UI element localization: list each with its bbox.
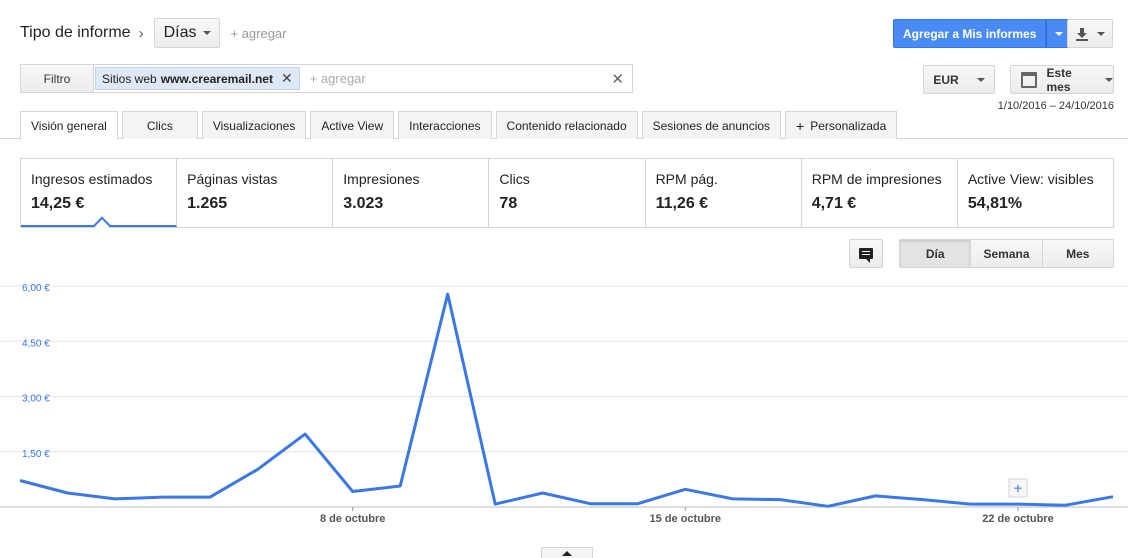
- metric-value: 14,25 €: [31, 195, 85, 212]
- filter-button[interactable]: Filtro: [21, 65, 94, 92]
- tab-personalizada-label: Personalizada: [810, 118, 887, 133]
- metrics-bar: Ingresos estimados 14,25 € Páginas vista…: [20, 158, 1114, 228]
- metric-clics[interactable]: Clics 78: [489, 159, 646, 227]
- x-tick-label: 22 de octubre: [982, 513, 1054, 525]
- tab-vision-general[interactable]: Visión general: [20, 111, 118, 140]
- metric-label: Active View: visibles: [967, 171, 1094, 187]
- metric-impresiones[interactable]: Impresiones 3.023: [333, 159, 490, 227]
- plus-icon: +: [1014, 480, 1022, 496]
- y-tick-label: 6,00 €: [22, 283, 50, 294]
- metric-value: 78: [499, 195, 518, 212]
- filter-add-input[interactable]: + agregar: [310, 71, 612, 86]
- tab-personalizada[interactable]: + Personalizada: [785, 111, 898, 139]
- date-range: 1/10/2016 – 24/10/2016: [997, 100, 1114, 112]
- tab-sesiones-de-anuncios[interactable]: Sesiones de anuncios: [641, 111, 782, 139]
- tab-active-view[interactable]: Active View: [310, 111, 395, 139]
- close-icon[interactable]: ✕: [281, 70, 293, 87]
- metric-label: Clics: [499, 171, 530, 187]
- metric-rpm-pag[interactable]: RPM pág. 11,26 €: [646, 159, 802, 227]
- add-annotation-marker[interactable]: +: [1008, 478, 1028, 498]
- granularity-month-button[interactable]: Mes: [1042, 240, 1113, 267]
- tab-visualizaciones[interactable]: Visualizaciones: [201, 111, 307, 139]
- currency-dropdown[interactable]: EUR: [923, 65, 995, 94]
- metric-paginas-vistas[interactable]: Páginas vistas 1.265: [177, 159, 334, 227]
- filter-bar: Filtro Sitios web www.crearemail.net ✕ +…: [20, 64, 633, 93]
- clear-filter-icon[interactable]: ✕: [611, 70, 624, 88]
- tab-interacciones[interactable]: Interacciones: [398, 111, 492, 139]
- metric-label: RPM pág.: [655, 171, 718, 187]
- series-line: [19, 292, 1114, 508]
- chevron-down-icon: [976, 77, 985, 82]
- chevron-right-icon: ›: [138, 24, 144, 42]
- metric-value: 3.023: [343, 195, 384, 212]
- period-dropdown[interactable]: Este mes: [1010, 65, 1114, 94]
- chevron-down-icon: [203, 31, 212, 35]
- filter-chip-prefix: Sitios web: [102, 71, 157, 86]
- x-tick-label: 15 de octubre: [650, 513, 722, 525]
- y-tick-label: 1,50 €: [22, 449, 50, 460]
- metric-label: Páginas vistas: [187, 171, 278, 187]
- metric-active-view-visibles[interactable]: Active View: visibles 54,81%: [958, 159, 1113, 227]
- download-button[interactable]: [1067, 19, 1113, 48]
- calendar-icon: [1021, 71, 1037, 88]
- metric-label: Ingresos estimados: [31, 171, 153, 187]
- metric-value: 54,81%: [967, 195, 1023, 212]
- download-icon: [1076, 27, 1088, 41]
- metric-label: Impresiones: [343, 171, 420, 187]
- report-type-add-link[interactable]: + agregar: [230, 26, 286, 41]
- metric-value: 1.265: [187, 195, 228, 212]
- granularity-toggle: Día Semana Mes: [899, 239, 1114, 268]
- chevron-down-icon: [1097, 31, 1105, 36]
- granularity-day-button[interactable]: Día: [900, 240, 972, 267]
- filter-chip[interactable]: Sitios web www.crearemail.net ✕: [95, 67, 300, 90]
- report-tabs: Visión general Clics Visualizaciones Act…: [20, 111, 901, 140]
- tab-clics[interactable]: Clics: [121, 111, 198, 139]
- annotation-button[interactable]: [849, 239, 883, 268]
- metric-label: RPM de impresiones: [811, 171, 942, 187]
- plus-icon: +: [796, 117, 805, 134]
- y-tick-label: 3,00 €: [22, 394, 50, 405]
- revenue-line-chart: 6,00 € 4,50 € 3,00 € 1,50 € 8 de octubre 15 d…: [0, 283, 1128, 525]
- metric-value: 11,26 €: [655, 195, 709, 212]
- currency-label: EUR: [933, 72, 959, 87]
- metric-rpm-impresiones[interactable]: RPM de impresiones 4,71 €: [802, 159, 958, 227]
- comment-icon: [859, 248, 873, 263]
- granularity-week-button[interactable]: Semana: [971, 240, 1043, 267]
- tab-contenido-relacionado[interactable]: Contenido relacionado: [495, 111, 638, 139]
- add-to-reports-button[interactable]: Agregar a Mis informes: [893, 19, 1047, 48]
- x-tick-label: 8 de octubre: [320, 513, 385, 525]
- chevron-down-icon: [1055, 31, 1064, 36]
- add-to-reports-button-group: Agregar a Mis informes: [893, 19, 1073, 48]
- chart-scroll-handle[interactable]: [541, 547, 593, 558]
- report-type-label: Tipo de informe: [20, 24, 131, 41]
- metric-value: 4,71 €: [811, 195, 857, 212]
- filter-chip-value: www.crearemail.net: [160, 71, 273, 86]
- metric-ingresos-estimados[interactable]: Ingresos estimados 14,25 €: [21, 159, 178, 227]
- chevron-down-icon: [1105, 77, 1113, 82]
- y-tick-label: 4,50 €: [22, 338, 50, 349]
- report-type-bar: Tipo de informe › Días + agregar: [20, 18, 287, 48]
- period-label: Este mes: [1046, 65, 1072, 94]
- report-type-dropdown[interactable]: Días: [153, 18, 221, 48]
- report-type-selected: Días: [163, 24, 197, 41]
- chevron-up-icon: [562, 551, 572, 556]
